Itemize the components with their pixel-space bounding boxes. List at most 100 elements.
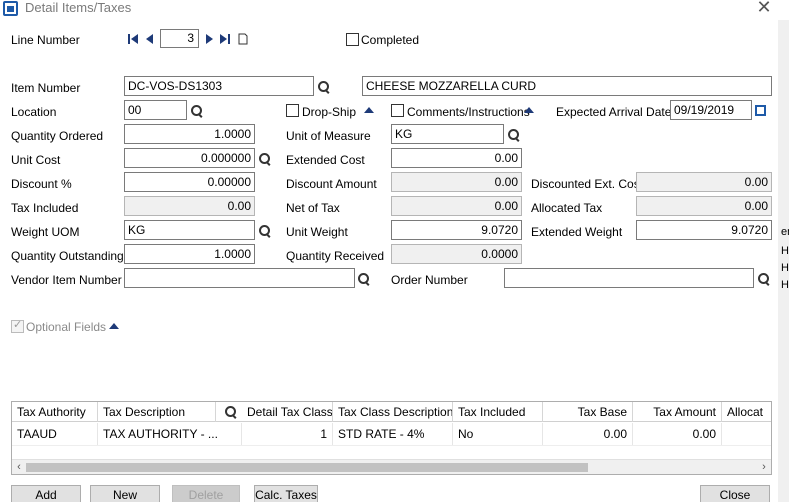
location-label: Location [11, 105, 57, 119]
search-icon[interactable] [224, 405, 238, 419]
unit-weight-field[interactable]: 9.0720 [391, 220, 522, 240]
item-number-label: Item Number [11, 81, 81, 95]
net-of-tax-label: Net of Tax [286, 201, 340, 215]
discounted-ext-cost-field: 0.00 [636, 172, 772, 192]
table-cell[interactable]: 1 [242, 423, 333, 445]
vendor-item-number-field[interactable] [124, 268, 355, 288]
drop-ship-label: Drop-Ship [302, 105, 357, 119]
scrollbar-thumb[interactable] [26, 463, 588, 472]
collapse-up-icon[interactable] [524, 107, 534, 113]
vendor-item-number-label: Vendor Item Number [11, 273, 122, 287]
table-cell[interactable]: STD RATE - 4% [333, 423, 453, 445]
discount-amount-label: Discount Amount [286, 177, 377, 191]
discount-pct-label: Discount % [11, 177, 72, 191]
first-record-icon[interactable] [127, 32, 139, 46]
line-number-field[interactable]: 3 [160, 29, 199, 48]
close-button[interactable]: Close [700, 485, 770, 502]
item-description-field[interactable]: CHEESE MOZZARELLA CURD [362, 76, 772, 96]
comments-checkbox[interactable] [391, 104, 404, 117]
completed-label: Completed [361, 33, 420, 47]
column-header[interactable]: Detail Tax Class [242, 402, 333, 422]
unit-cost-field[interactable]: 0.000000 [124, 148, 255, 168]
new-button[interactable]: New [90, 485, 160, 502]
edge-fragment: em [781, 226, 789, 238]
allocated-tax-label: Allocated Tax [531, 201, 603, 215]
search-icon[interactable] [507, 128, 521, 142]
close-icon[interactable]: ✕ [755, 0, 773, 16]
table-cell[interactable]: No [453, 423, 543, 445]
column-header[interactable]: Tax Description [98, 402, 216, 422]
column-header[interactable]: Tax Base [543, 402, 633, 422]
tax-included-label: Tax Included [11, 201, 79, 215]
expected-arrival-label: Expected Arrival Date [556, 105, 672, 119]
comments-label: Comments/Instructions [407, 105, 530, 119]
window-edge [778, 20, 789, 502]
order-number-field[interactable] [504, 268, 754, 288]
quantity-outstanding-label: Quantity Outstanding [11, 249, 124, 263]
expected-arrival-field[interactable]: 09/19/2019 [670, 100, 752, 120]
column-header[interactable]: Allocat [722, 402, 771, 422]
extended-cost-label: Extended Cost [286, 153, 365, 167]
window-title: Detail Items/Taxes [25, 0, 132, 15]
completed-checkbox[interactable] [346, 33, 359, 46]
delete-button: Delete [172, 485, 240, 502]
optional-fields-label: Optional Fields [26, 320, 107, 334]
calendar-icon[interactable] [755, 105, 766, 116]
edge-fragment: HE [781, 245, 789, 257]
next-record-icon[interactable] [203, 32, 215, 46]
scroll-right-icon[interactable]: › [757, 460, 771, 474]
drop-ship-checkbox[interactable] [286, 104, 299, 117]
net-of-tax-field: 0.00 [391, 196, 522, 216]
search-icon[interactable] [190, 104, 204, 118]
quantity-outstanding-field[interactable]: 1.0000 [124, 244, 255, 264]
unit-cost-label: Unit Cost [11, 153, 61, 167]
calc-taxes-button[interactable]: Calc. Taxes [254, 485, 318, 502]
search-icon[interactable] [258, 224, 272, 238]
add-button[interactable]: Add [11, 485, 81, 502]
tax-grid-header: Tax Authority Tax Description Detail Tax… [12, 402, 771, 422]
table-cell[interactable] [722, 423, 771, 445]
discount-pct-field[interactable]: 0.00000 [124, 172, 255, 192]
table-cell[interactable]: TAAUD [12, 423, 98, 445]
app-icon [3, 1, 18, 16]
column-header[interactable]: Tax Included [453, 402, 543, 422]
order-number-label: Order Number [391, 273, 468, 287]
discounted-ext-cost-label: Discounted Ext. Cost [531, 177, 644, 191]
column-header[interactable]: Tax Amount [633, 402, 722, 422]
extended-weight-field[interactable]: 9.0720 [636, 220, 772, 240]
last-record-icon[interactable] [219, 32, 231, 46]
title-bar: Detail Items/Taxes ✕ [0, 0, 789, 20]
table-cell[interactable]: TAX AUTHORITY - ... [98, 423, 242, 445]
search-icon[interactable] [757, 272, 771, 286]
scroll-left-icon[interactable]: ‹ [12, 460, 26, 474]
column-header[interactable]: Tax Class Description [333, 402, 453, 422]
tax-included-field: 0.00 [124, 196, 255, 216]
edge-fragment: HE [781, 262, 789, 274]
previous-record-icon[interactable] [144, 32, 156, 46]
column-header[interactable]: Tax Authority [12, 402, 98, 422]
horizontal-scrollbar[interactable]: ‹ › [12, 459, 771, 474]
location-field[interactable]: 00 [124, 100, 187, 120]
allocated-tax-field: 0.00 [636, 196, 772, 216]
collapse-up-icon[interactable] [109, 323, 119, 329]
unit-of-measure-label: Unit of Measure [286, 129, 371, 143]
table-cell[interactable]: 0.00 [543, 423, 633, 445]
quantity-ordered-field[interactable]: 1.0000 [124, 124, 255, 144]
new-document-icon[interactable] [237, 32, 249, 46]
extended-cost-field[interactable]: 0.00 [391, 148, 522, 168]
search-icon[interactable] [258, 152, 272, 166]
quantity-ordered-label: Quantity Ordered [11, 129, 104, 143]
search-icon[interactable] [317, 80, 331, 94]
unit-of-measure-field[interactable]: KG [391, 124, 504, 144]
edge-fragment: HE [781, 279, 789, 291]
weight-uom-label: Weight UOM [11, 225, 80, 239]
search-icon[interactable] [357, 272, 371, 286]
table-cell[interactable]: 0.00 [633, 423, 722, 445]
collapse-up-icon[interactable] [364, 107, 374, 113]
line-number-label: Line Number [11, 33, 80, 47]
item-number-field[interactable]: DC-VOS-DS1303 [124, 76, 314, 96]
tax-grid[interactable]: Tax Authority Tax Description Detail Tax… [11, 401, 772, 475]
table-row[interactable] [12, 445, 771, 459]
extended-weight-label: Extended Weight [531, 225, 623, 239]
weight-uom-field[interactable]: KG [124, 220, 255, 240]
